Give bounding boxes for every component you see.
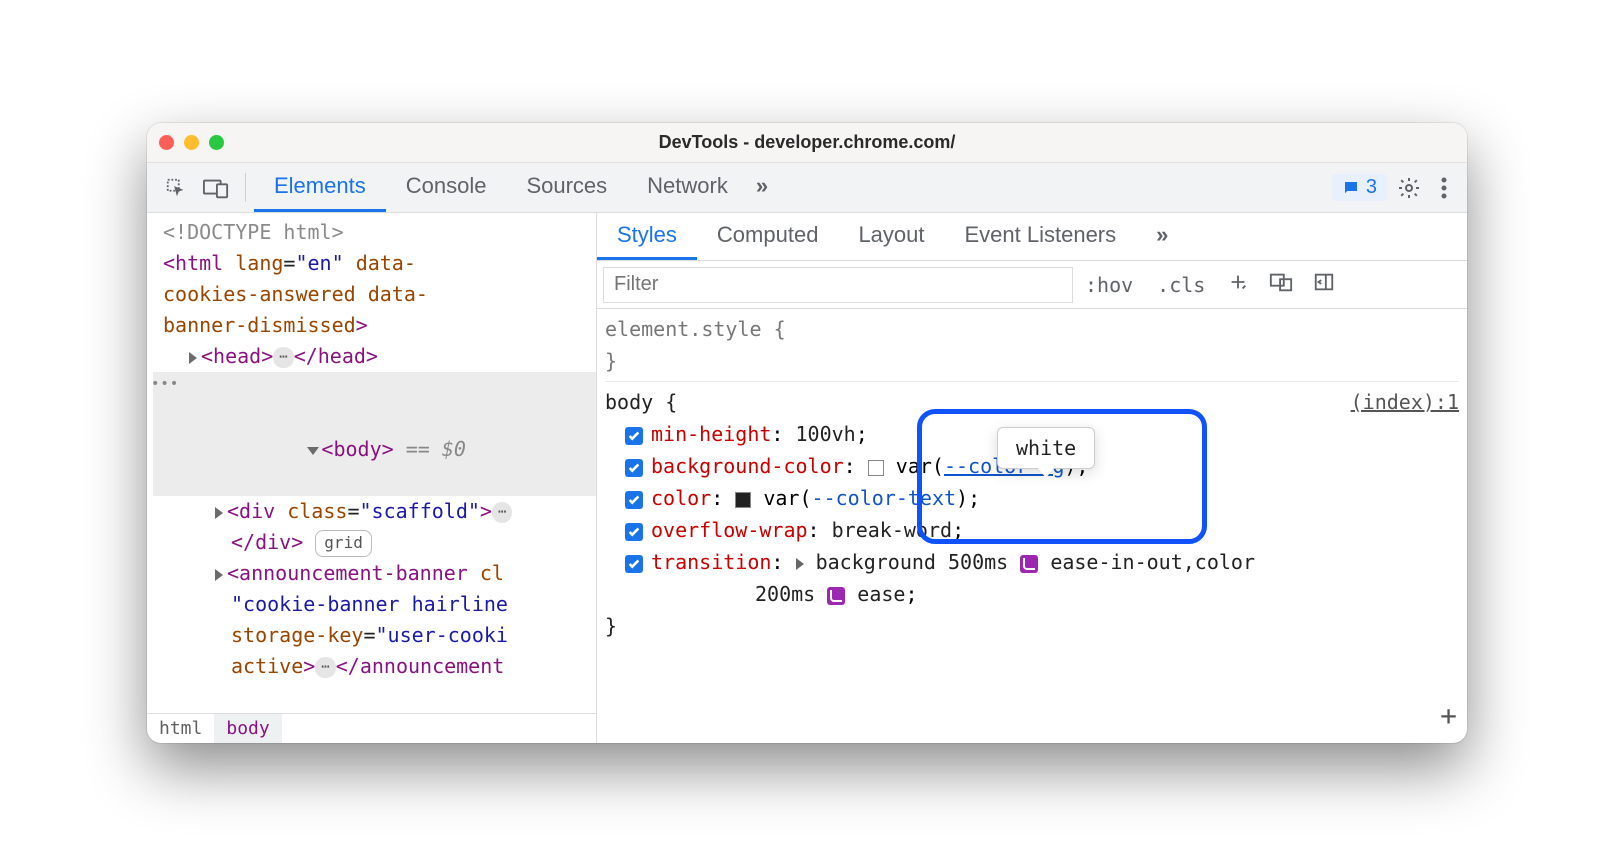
- css-var-tooltip: white: [997, 427, 1095, 469]
- breadcrumb-html[interactable]: html: [147, 714, 214, 743]
- collapsed-ellipsis-icon[interactable]: ⋯: [273, 347, 293, 369]
- checkbox-icon[interactable]: [625, 523, 643, 541]
- prop-color[interactable]: color: var(--color-text);: [605, 482, 1459, 514]
- prop-transition[interactable]: transition: background 500ms ease-in-out…: [605, 546, 1459, 578]
- settings-icon[interactable]: [1387, 163, 1431, 212]
- html-element[interactable]: <html lang="en" data-: [153, 248, 596, 279]
- toolbar-divider: [245, 173, 246, 202]
- minimize-window-button[interactable]: [184, 135, 199, 150]
- breadcrumb-body[interactable]: body: [214, 714, 281, 743]
- window-title: DevTools - developer.chrome.com/: [147, 132, 1467, 153]
- color-swatch-icon[interactable]: [868, 460, 884, 476]
- checkbox-icon[interactable]: [625, 555, 643, 573]
- styles-panel: Styles Computed Layout Event Listeners »…: [597, 213, 1467, 743]
- main-toolbar: Elements Console Sources Network » 3: [147, 163, 1467, 213]
- checkbox-icon[interactable]: [625, 427, 643, 445]
- maximize-window-button[interactable]: [209, 135, 224, 150]
- prop-overflow-wrap[interactable]: overflow-wrap: break-word;: [605, 514, 1459, 546]
- device-toolbar-icon[interactable]: [195, 163, 237, 212]
- hov-toggle[interactable]: :hov: [1073, 273, 1145, 297]
- expand-shorthand-icon[interactable]: [796, 558, 804, 570]
- checkbox-icon[interactable]: [625, 491, 643, 509]
- scaffold-div[interactable]: <div class="scaffold">⋯: [153, 496, 596, 527]
- subtab-styles[interactable]: Styles: [597, 213, 697, 260]
- main-tabs: Elements Console Sources Network »: [254, 163, 776, 212]
- collapsed-ellipsis-icon[interactable]: ⋯: [315, 657, 335, 679]
- tabs-overflow[interactable]: »: [748, 163, 776, 212]
- checkbox-icon[interactable]: [625, 459, 643, 477]
- easing-editor-icon[interactable]: [1020, 555, 1038, 573]
- issues-count: 3: [1366, 176, 1377, 199]
- devtools-window: DevTools - developer.chrome.com/ Element…: [147, 123, 1467, 743]
- rule-source-link[interactable]: (index):1: [1351, 386, 1459, 418]
- doctype-node: <!DOCTYPE html>: [163, 220, 344, 244]
- subtab-computed[interactable]: Computed: [697, 213, 839, 260]
- head-element[interactable]: <head>⋯</head>: [153, 341, 596, 372]
- window-titlebar: DevTools - developer.chrome.com/: [147, 123, 1467, 163]
- row-actions-icon[interactable]: •••: [151, 374, 179, 396]
- collapsed-ellipsis-icon[interactable]: ⋯: [492, 502, 512, 524]
- dom-breadcrumb: html body: [147, 713, 596, 743]
- tab-console[interactable]: Console: [386, 163, 507, 212]
- subtabs-overflow[interactable]: »: [1136, 213, 1188, 260]
- toggle-sidebar-icon[interactable]: [1303, 271, 1345, 299]
- add-declaration-icon[interactable]: +: [1440, 694, 1457, 739]
- more-menu-icon[interactable]: [1431, 163, 1457, 212]
- grid-badge[interactable]: grid: [315, 530, 372, 557]
- easing-editor-icon[interactable]: [827, 587, 845, 605]
- announcement-banner-element[interactable]: <announcement-banner cl: [153, 558, 596, 589]
- tab-sources[interactable]: Sources: [506, 163, 627, 212]
- tab-elements[interactable]: Elements: [254, 163, 386, 212]
- body-element-selected[interactable]: ••• <body> == $0: [153, 372, 596, 496]
- cls-toggle[interactable]: .cls: [1145, 273, 1217, 297]
- inspect-element-icon[interactable]: [157, 163, 195, 212]
- dom-tree[interactable]: <!DOCTYPE html> <html lang="en" data- co…: [147, 213, 596, 713]
- style-rules: element.style { } (index):1 body { min-h…: [597, 309, 1467, 743]
- css-var-link[interactable]: --color-text: [812, 486, 957, 510]
- element-style-block[interactable]: element.style { }: [605, 313, 1459, 377]
- new-style-rule-icon[interactable]: [1217, 271, 1259, 299]
- styles-filter-input[interactable]: [603, 267, 1073, 303]
- traffic-lights: [159, 135, 224, 150]
- styles-subtabs: Styles Computed Layout Event Listeners »: [597, 213, 1467, 261]
- tab-network[interactable]: Network: [627, 163, 748, 212]
- elements-panel: <!DOCTYPE html> <html lang="en" data- co…: [147, 213, 597, 743]
- subtab-event-listeners[interactable]: Event Listeners: [945, 213, 1137, 260]
- device-frames-icon[interactable]: [1259, 271, 1303, 299]
- body-rule-block[interactable]: (index):1 body { min-height: 100vh; back…: [605, 386, 1459, 642]
- close-window-button[interactable]: [159, 135, 174, 150]
- styles-filter-bar: :hov .cls: [597, 261, 1467, 309]
- subtab-layout[interactable]: Layout: [838, 213, 944, 260]
- issues-badge[interactable]: 3: [1332, 174, 1387, 201]
- color-swatch-icon[interactable]: [735, 492, 751, 508]
